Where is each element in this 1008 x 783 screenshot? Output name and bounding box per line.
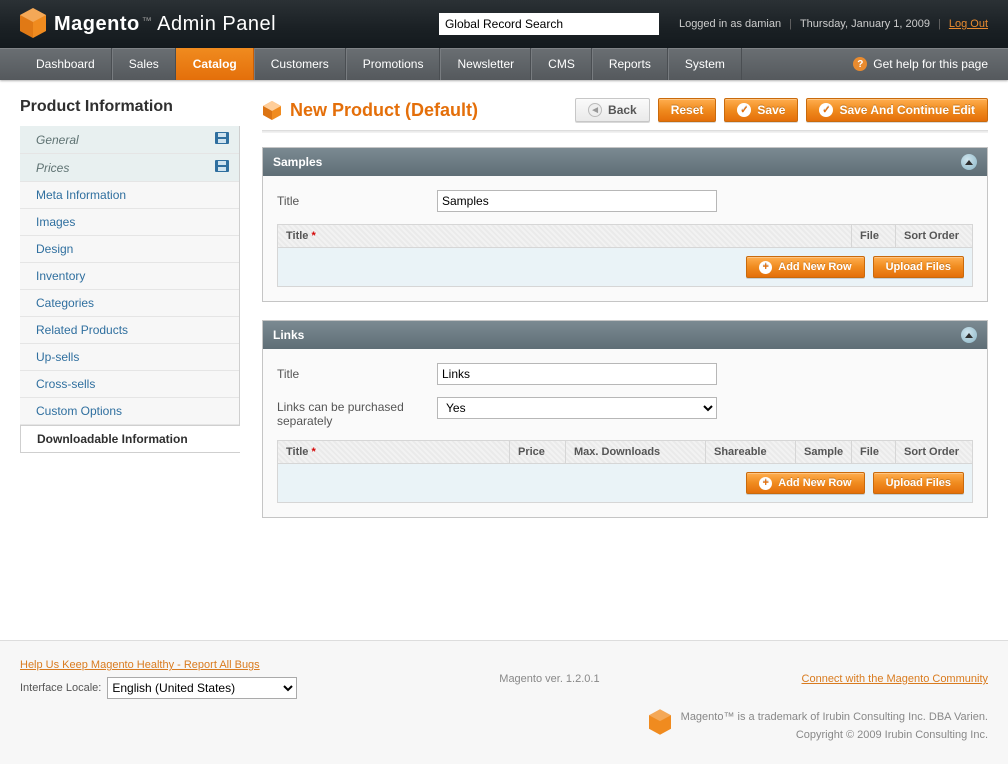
links-col-shareable: Shareable: [706, 441, 796, 463]
samples-col-sort: Sort Order: [896, 225, 972, 247]
back-arrow-icon: ◄: [588, 103, 602, 117]
samples-panel-heading: Samples: [273, 155, 322, 169]
sidebar-heading: Product Information: [20, 98, 240, 116]
nav-item-system[interactable]: System: [668, 48, 742, 80]
nav-item-catalog[interactable]: Catalog: [176, 48, 254, 80]
links-col-file: File: [852, 441, 896, 463]
save-continue-button[interactable]: ✓Save And Continue Edit: [806, 98, 988, 122]
product-cube-icon: [262, 100, 282, 120]
sidebar-tab-cross-sells[interactable]: Cross-sells: [20, 371, 239, 398]
sidebar-tab-design[interactable]: Design: [20, 236, 239, 263]
links-panel: Links Title Links can be purchased separ…: [262, 320, 988, 518]
trademark-text: Magento™ is a trademark of Irubin Consul…: [681, 709, 988, 727]
locale-select[interactable]: English (United States): [107, 677, 297, 699]
magento-footer-icon: [649, 709, 671, 735]
back-button[interactable]: ◄Back: [575, 98, 650, 122]
sidebar-tab-meta-information[interactable]: Meta Information: [20, 182, 239, 209]
reset-button[interactable]: Reset: [658, 98, 717, 122]
nav-item-cms[interactable]: CMS: [531, 48, 592, 80]
save-button[interactable]: ✓Save: [724, 98, 798, 122]
global-search-input[interactable]: [439, 13, 659, 35]
sidebar-tab-downloadable-information[interactable]: Downloadable Information: [20, 425, 240, 453]
nav-item-customers[interactable]: Customers: [254, 48, 346, 80]
sidebar-tab-custom-options[interactable]: Custom Options: [20, 398, 239, 425]
save-disk-icon: [215, 160, 229, 175]
magento-logo-icon: [20, 8, 46, 41]
main-content: New Product (Default) ◄Back Reset ✓Save …: [262, 98, 988, 600]
links-add-row-button[interactable]: +Add New Row: [746, 472, 864, 494]
report-bugs-link[interactable]: Help Us Keep Magento Healthy - Report Al…: [20, 659, 297, 671]
links-title-label: Title: [277, 367, 437, 381]
nav-item-sales[interactable]: Sales: [112, 48, 176, 80]
community-link[interactable]: Connect with the Magento Community: [802, 673, 988, 685]
plus-icon: +: [759, 261, 772, 274]
samples-add-row-button[interactable]: +Add New Row: [746, 256, 864, 278]
main-nav: DashboardSalesCatalogCustomersPromotions…: [0, 48, 1008, 80]
links-purchased-label: Links can be purchased separately: [277, 397, 437, 428]
plus-icon: +: [759, 477, 772, 490]
samples-col-file: File: [852, 225, 896, 247]
links-panel-heading: Links: [273, 328, 304, 342]
samples-col-title: Title: [286, 230, 308, 242]
links-col-maxdl: Max. Downloads: [566, 441, 706, 463]
nav-item-dashboard[interactable]: Dashboard: [20, 48, 112, 80]
nav-help-link[interactable]: ? Get help for this page: [853, 48, 988, 80]
samples-upload-button[interactable]: Upload Files: [873, 256, 964, 278]
save-disk-icon: [215, 132, 229, 147]
links-col-sample: Sample: [796, 441, 852, 463]
links-col-sort: Sort Order: [896, 441, 972, 463]
header-bar: Magento™ Admin Panel Logged in as damian…: [0, 0, 1008, 48]
samples-title-label: Title: [277, 194, 437, 208]
links-col-title: Title: [286, 446, 308, 458]
sidebar-tab-inventory[interactable]: Inventory: [20, 263, 239, 290]
sidebar-tab-categories[interactable]: Categories: [20, 290, 239, 317]
collapse-toggle-icon[interactable]: [961, 154, 977, 170]
links-col-price: Price: [510, 441, 566, 463]
page-title: New Product (Default): [290, 100, 478, 121]
logo-text: Magento™ Admin Panel: [54, 13, 276, 36]
nav-item-newsletter[interactable]: Newsletter: [440, 48, 531, 80]
links-title-input[interactable]: [437, 363, 717, 385]
header-date: Thursday, January 1, 2009: [800, 18, 930, 30]
collapse-toggle-icon[interactable]: [961, 327, 977, 343]
sidebar-tab-related-products[interactable]: Related Products: [20, 317, 239, 344]
links-purchased-select[interactable]: Yes: [437, 397, 717, 419]
links-upload-button[interactable]: Upload Files: [873, 472, 964, 494]
logo: Magento™ Admin Panel: [20, 8, 276, 41]
locale-label: Interface Locale:: [20, 682, 101, 694]
sidebar-tab-prices[interactable]: Prices: [20, 154, 239, 182]
check-icon: ✓: [819, 103, 833, 117]
nav-item-promotions[interactable]: Promotions: [346, 48, 441, 80]
samples-panel: Samples Title Title * File Sort Order +: [262, 147, 988, 302]
samples-title-input[interactable]: [437, 190, 717, 212]
copyright-text: Copyright © 2009 Irubin Consulting Inc.: [681, 727, 988, 745]
header-user-info: Logged in as damian | Thursday, January …: [679, 18, 988, 30]
logout-link[interactable]: Log Out: [949, 18, 988, 30]
logged-in-text: Logged in as damian: [679, 18, 781, 30]
check-icon: ✓: [737, 103, 751, 117]
version-text: Magento ver. 1.2.0.1: [297, 673, 801, 685]
sidebar-tab-up-sells[interactable]: Up-sells: [20, 344, 239, 371]
sidebar-tab-general[interactable]: General: [20, 126, 239, 154]
footer: Help Us Keep Magento Healthy - Report Al…: [0, 640, 1008, 764]
help-icon: ?: [853, 57, 867, 71]
sidebar: Product Information GeneralPricesMeta In…: [20, 98, 240, 600]
sidebar-tab-images[interactable]: Images: [20, 209, 239, 236]
nav-item-reports[interactable]: Reports: [592, 48, 668, 80]
links-grid: Title * Price Max. Downloads Shareable S…: [277, 440, 973, 503]
samples-grid: Title * File Sort Order +Add New Row Upl…: [277, 224, 973, 287]
